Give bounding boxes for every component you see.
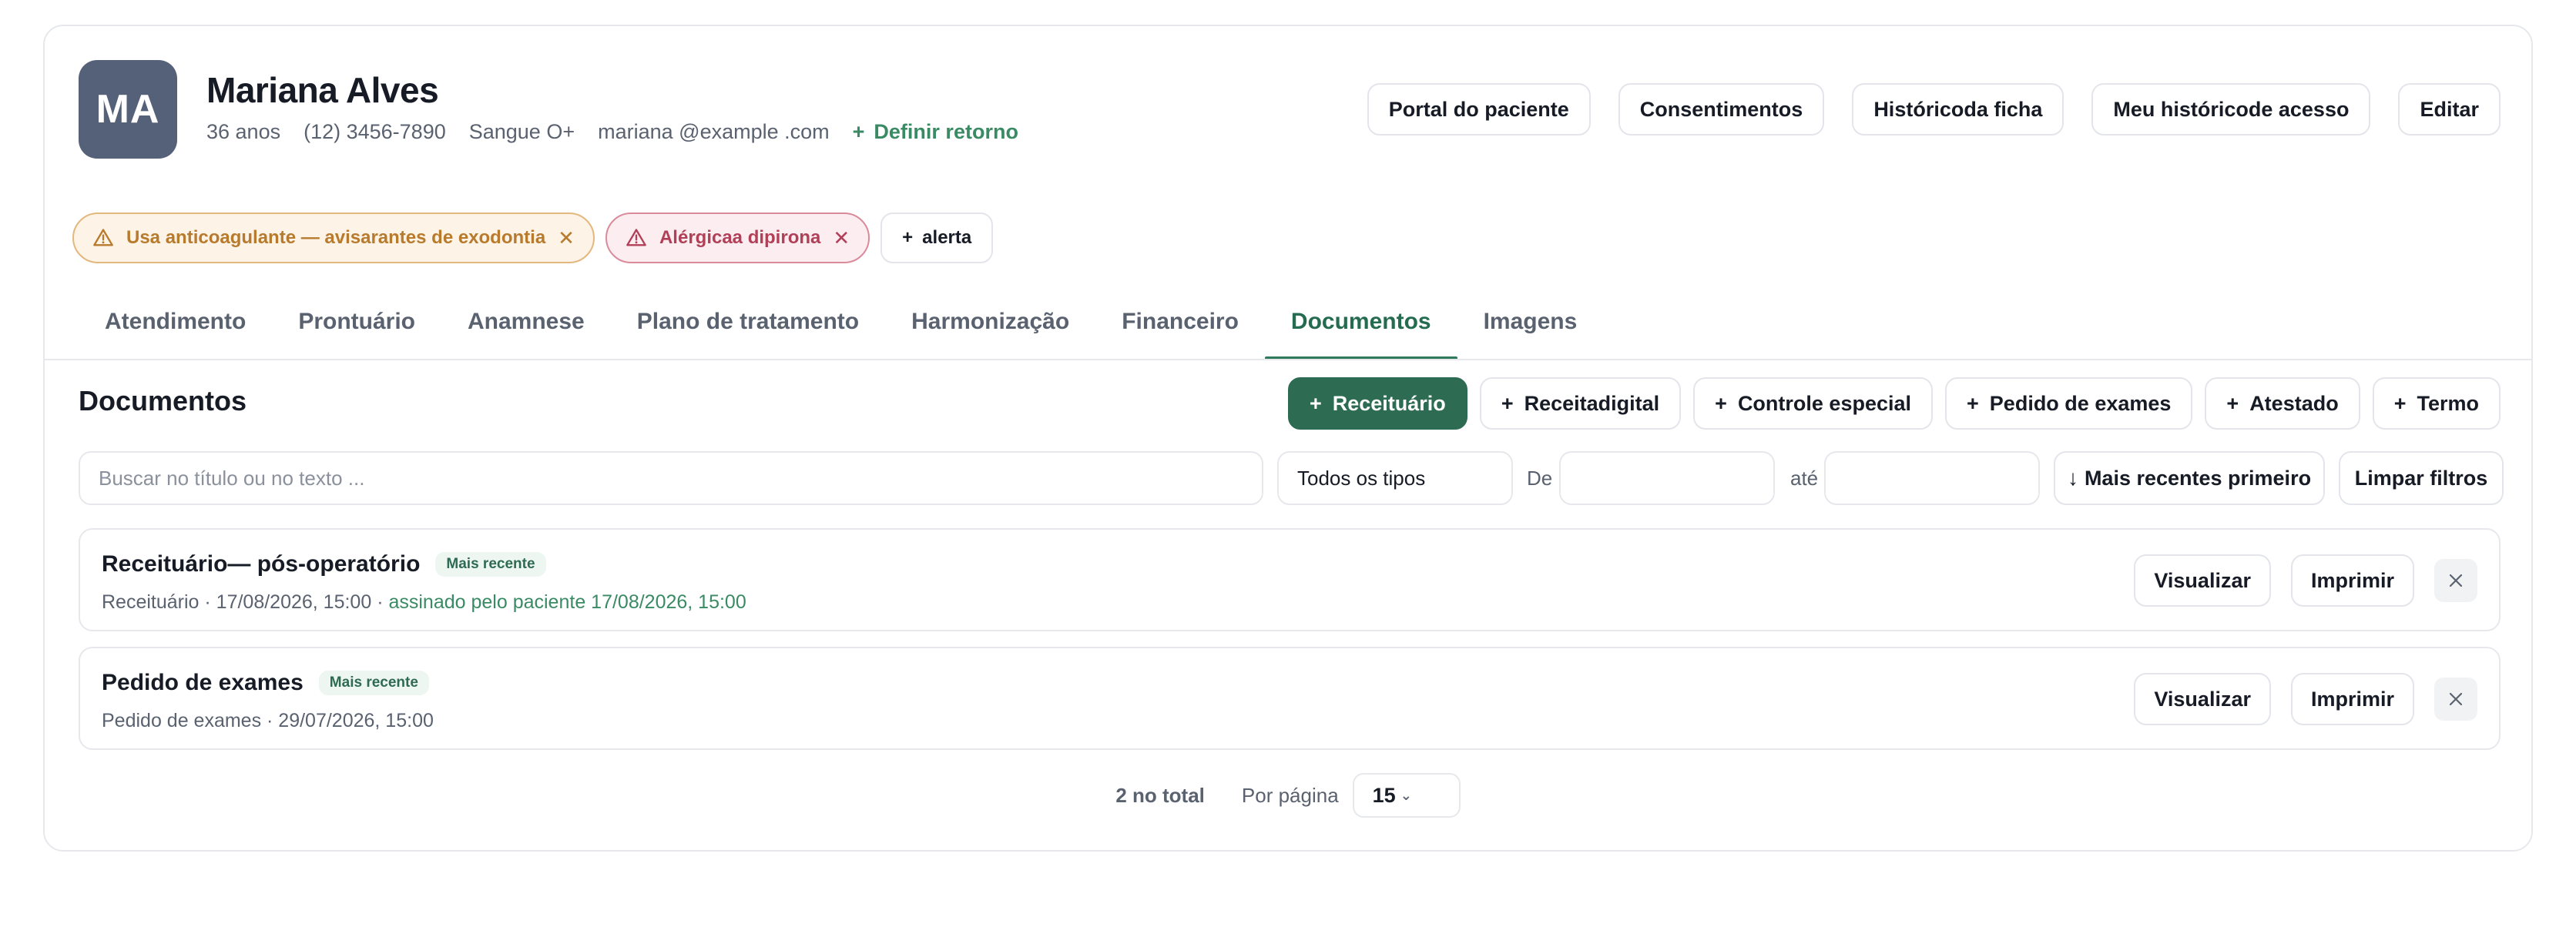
alerts-row: Usa anticoagulante — avisarantes de exod… bbox=[72, 213, 994, 263]
chevron-down-icon: ⌄ bbox=[1400, 787, 1412, 803]
type-select[interactable]: Todos os tipos bbox=[1277, 451, 1513, 505]
alert-allergy: Alérgicaa dipirona ✕ bbox=[605, 213, 870, 263]
search-input[interactable] bbox=[79, 451, 1263, 505]
sort-label: Mais recentes primeiro bbox=[2084, 466, 2312, 490]
document-title-line: Pedido de exames Mais recente bbox=[102, 670, 429, 696]
alert-text: Alérgicaa dipirona bbox=[659, 227, 821, 248]
filters-bar: Todos os tipos De até ↓Mais recentes pri… bbox=[79, 451, 2504, 507]
new-digital-prescription-button[interactable]: + Receitadigital bbox=[1479, 377, 1682, 430]
view-button[interactable]: Visualizar bbox=[2134, 554, 2271, 607]
document-subtitle: Pedido de exames · 29/07/2026, 15:00 bbox=[102, 710, 434, 732]
patient-blood-type: Sangue O+ bbox=[468, 120, 575, 143]
sort-button[interactable]: ↓ Mais recentes primeiro bbox=[2054, 451, 2325, 505]
tab-financeiro[interactable]: Financeiro bbox=[1095, 283, 1265, 360]
alert-anticoagulant: Usa anticoagulante — avisarantes de exod… bbox=[72, 213, 595, 263]
document-meta: Receituário · 17/08/2026, 15:00 · bbox=[102, 591, 384, 613]
add-alert-button[interactable]: + alerta bbox=[880, 213, 994, 263]
signed-status: assinado pelo paciente 17/08/2026, 15:00 bbox=[388, 591, 746, 613]
patient-portal-button[interactable]: Portal do paciente bbox=[1367, 83, 1591, 136]
warning-icon bbox=[626, 229, 646, 246]
close-icon[interactable]: ✕ bbox=[558, 226, 575, 250]
print-button[interactable]: Imprimir bbox=[2290, 554, 2414, 607]
tab-harmonizacao[interactable]: Harmonização bbox=[885, 283, 1095, 360]
document-row-actions: Visualizar Imprimir bbox=[2134, 554, 2477, 607]
view-button[interactable]: Visualizar bbox=[2134, 673, 2271, 725]
plus-icon: + bbox=[1967, 391, 1979, 415]
tab-anamnese[interactable]: Anamnese bbox=[441, 283, 611, 360]
pagination: 2 no total Por página 15 ⌄ bbox=[45, 773, 2531, 818]
total-count: 2 no total bbox=[1115, 783, 1205, 807]
set-return-link[interactable]: + Definir retorno bbox=[853, 120, 1041, 144]
plus-icon: + bbox=[2226, 391, 2239, 415]
button-label: Receituário bbox=[1332, 391, 1446, 415]
button-label: Pedido de exames bbox=[1989, 391, 2172, 415]
new-term-button[interactable]: + Termo bbox=[2372, 377, 2501, 430]
add-alert-label: alerta bbox=[922, 227, 972, 248]
tab-plano-tratamento[interactable]: Plano de tratamento bbox=[611, 283, 885, 360]
close-icon bbox=[2449, 692, 2463, 706]
print-button[interactable]: Imprimir bbox=[2290, 673, 2414, 725]
patient-phone: (12) 3456-7890 bbox=[304, 120, 446, 143]
most-recent-badge: Mais recente bbox=[435, 552, 546, 577]
date-to-label: até bbox=[1790, 467, 1819, 490]
avatar: MA bbox=[79, 60, 177, 159]
per-page-value: 15 bbox=[1372, 783, 1396, 807]
header-actions: Portal do paciente Consentimentos Histór… bbox=[1367, 83, 2501, 136]
plus-icon: + bbox=[902, 227, 914, 248]
plus-icon: + bbox=[1715, 391, 1727, 415]
document-meta: Pedido de exames · 29/07/2026, 15:00 bbox=[102, 710, 434, 731]
close-icon[interactable]: ✕ bbox=[833, 226, 850, 250]
new-prescription-button[interactable]: + Receituário bbox=[1287, 377, 1467, 430]
access-history-button[interactable]: Meu históricode acesso bbox=[2091, 83, 2371, 136]
patient-card: MA Mariana Alves 36 anos (12) 3456-7890 … bbox=[43, 25, 2533, 852]
tab-imagens[interactable]: Imagens bbox=[1457, 283, 1604, 360]
most-recent-badge: Mais recente bbox=[318, 671, 429, 695]
clear-filters-button[interactable]: Limpar filtros bbox=[2339, 451, 2504, 505]
document-title-line: Receituário— pós-operatório Mais recente bbox=[102, 551, 546, 577]
plus-icon: + bbox=[852, 120, 865, 143]
tab-prontuario[interactable]: Prontuário bbox=[272, 283, 441, 360]
document-subtitle: Receituário · 17/08/2026, 15:00 · assina… bbox=[102, 591, 746, 614]
document-row-actions: Visualizar Imprimir bbox=[2134, 673, 2477, 725]
document-row: Receituário— pós-operatório Mais recente… bbox=[79, 528, 2501, 631]
plus-icon: + bbox=[2393, 391, 2407, 415]
plus-icon: + bbox=[1501, 391, 1514, 415]
document-title: Pedido de exames bbox=[102, 670, 304, 695]
tabs-divider bbox=[45, 359, 2531, 360]
document-row: Pedido de exames Mais recente Pedido de … bbox=[79, 647, 2501, 750]
tab-bar: Atendimento Prontuário Anamnese Plano de… bbox=[79, 283, 1603, 360]
alert-text: Usa anticoagulante — avisarantes de exod… bbox=[126, 227, 546, 248]
delete-document-button[interactable] bbox=[2434, 678, 2477, 721]
new-certificate-button[interactable]: + Atestado bbox=[2205, 377, 2360, 430]
plus-icon: + bbox=[1309, 391, 1322, 415]
patient-meta: 36 anos (12) 3456-7890 Sangue O+ mariana… bbox=[206, 120, 1065, 144]
tab-atendimento[interactable]: Atendimento bbox=[79, 283, 272, 360]
section-title: Documentos bbox=[79, 385, 247, 417]
arrow-down-icon: ↓ bbox=[2067, 466, 2078, 490]
document-actions: + Receituário + Receitadigital + Controle e… bbox=[1287, 377, 2501, 430]
document-title: Receituário— pós-operatório bbox=[102, 551, 421, 577]
button-label: Controle especial bbox=[1737, 391, 1912, 415]
patient-name: Mariana Alves bbox=[206, 70, 439, 110]
new-special-control-button[interactable]: + Controle especial bbox=[1693, 377, 1934, 430]
button-label: Receitadigital bbox=[1524, 391, 1660, 415]
new-exam-request-button[interactable]: + Pedido de exames bbox=[1945, 377, 2193, 430]
set-return-label: Definir retorno bbox=[874, 120, 1018, 143]
date-to-input[interactable] bbox=[1824, 451, 2040, 505]
warning-icon bbox=[93, 229, 113, 246]
per-page-label: Por página bbox=[1241, 783, 1339, 807]
record-history-button[interactable]: Históricoda ficha bbox=[1852, 83, 2064, 136]
delete-document-button[interactable] bbox=[2434, 559, 2477, 602]
button-label: Atestado bbox=[2249, 391, 2339, 415]
tab-documentos[interactable]: Documentos bbox=[1264, 283, 1457, 360]
patient-age: 36 anos bbox=[206, 120, 281, 143]
patient-email: mariana @example .com bbox=[598, 120, 830, 143]
date-from-label: De bbox=[1527, 467, 1553, 490]
consents-button[interactable]: Consentimentos bbox=[1618, 83, 1825, 136]
per-page-select[interactable]: 15 ⌄ bbox=[1352, 773, 1461, 818]
button-label: Termo bbox=[2417, 391, 2479, 415]
date-from-input[interactable] bbox=[1559, 451, 1775, 505]
close-icon bbox=[2449, 574, 2463, 587]
edit-button[interactable]: Editar bbox=[2398, 83, 2501, 136]
